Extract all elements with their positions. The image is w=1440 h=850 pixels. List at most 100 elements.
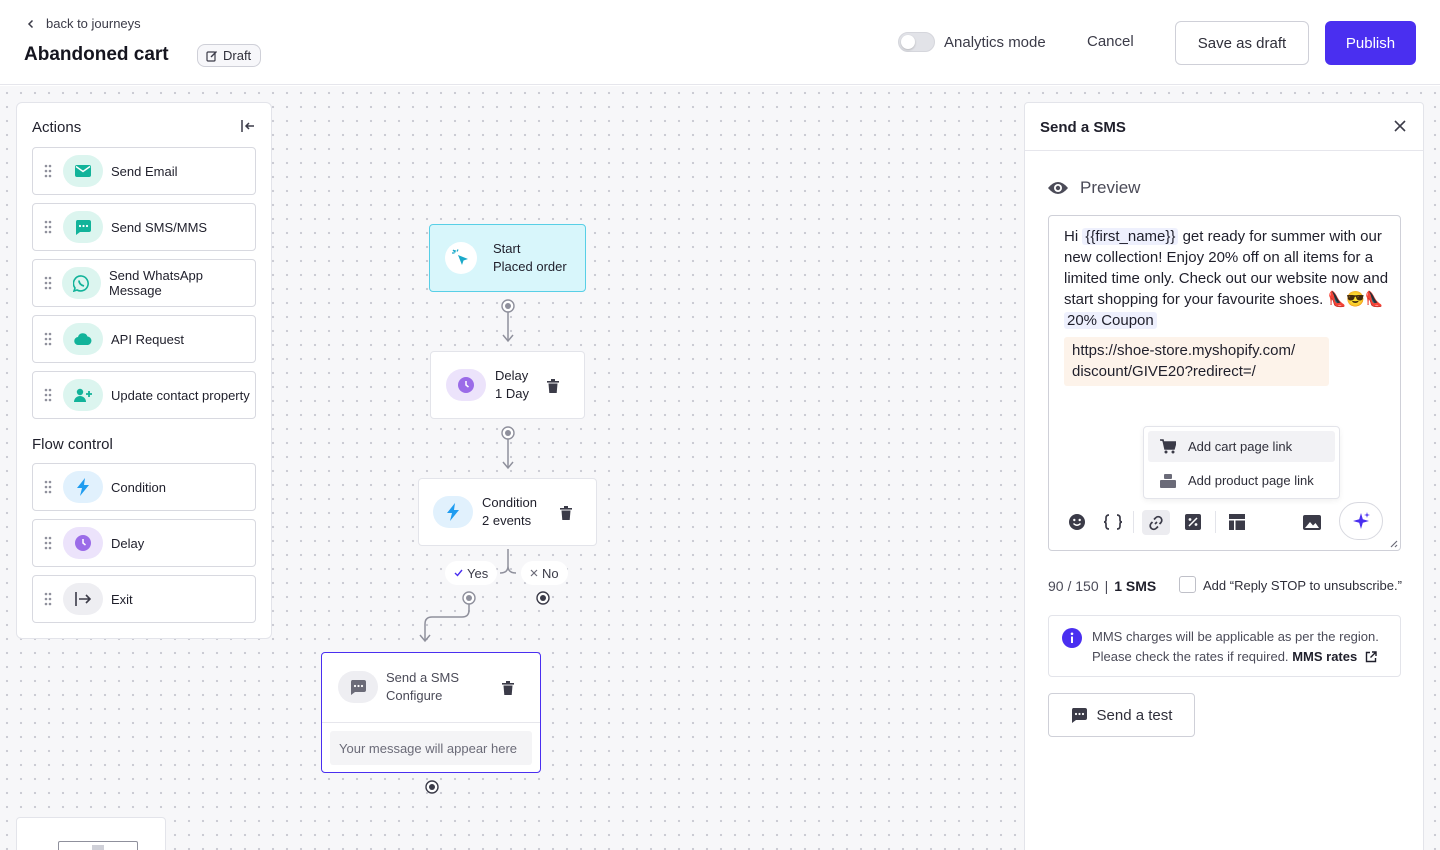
menu-item-add-product-link[interactable]: Add product page link	[1148, 465, 1335, 496]
trash-icon[interactable]	[560, 506, 572, 520]
flow-condition[interactable]: Condition	[32, 463, 256, 511]
cloud-icon	[63, 323, 103, 355]
url-line-1: https://shoe-store.myshopify.com/	[1072, 342, 1296, 359]
image-icon[interactable]	[1301, 511, 1323, 533]
external-link-icon	[1365, 651, 1377, 663]
action-label: Update contact property	[111, 387, 250, 403]
save-draft-button[interactable]: Save as draft	[1175, 21, 1309, 65]
message-emoji: 👠😎👠	[1327, 291, 1384, 308]
action-label: Send Email	[111, 163, 178, 179]
cross-icon	[530, 569, 538, 577]
drag-handle-icon[interactable]	[33, 388, 63, 402]
emoji-icon[interactable]	[1066, 511, 1088, 533]
analytics-label: Analytics mode	[944, 33, 1046, 51]
action-send-email[interactable]: Send Email	[32, 147, 256, 195]
action-api-request[interactable]: API Request	[32, 315, 256, 363]
close-icon[interactable]	[1393, 119, 1407, 133]
drag-handle-icon[interactable]	[33, 592, 63, 606]
trash-icon[interactable]	[547, 379, 559, 393]
menu-item-add-cart-link[interactable]: Add cart page link	[1148, 431, 1335, 462]
message-prefix: Hi	[1064, 228, 1079, 245]
whatsapp-icon	[62, 267, 101, 299]
preview-toggle[interactable]: Preview	[1048, 178, 1140, 198]
flow-control-heading: Flow control	[32, 436, 113, 453]
chevron-left-icon	[27, 19, 34, 28]
reply-stop-label[interactable]: Add “Reply STOP to unsubscribe.”	[1203, 578, 1402, 593]
drag-handle-icon[interactable]	[33, 536, 63, 550]
action-send-whatsapp[interactable]: Send WhatsApp Message	[32, 259, 256, 307]
info-line-2: Please check the rates if required. MMS …	[1092, 647, 1379, 667]
preview-label: Preview	[1080, 178, 1141, 197]
start-subtitle: Placed order	[493, 259, 567, 274]
delay-node[interactable]: Delay 1 Day	[430, 351, 585, 419]
coupon-icon[interactable]	[1182, 511, 1204, 533]
sms-message-placeholder: Your message will appear here	[330, 731, 532, 765]
template-icon[interactable]	[1226, 511, 1248, 533]
sms-node-subtitle: Configure	[386, 688, 443, 703]
collapse-panel-icon[interactable]	[240, 118, 256, 134]
user-plus-icon	[63, 379, 103, 411]
mail-icon	[63, 155, 103, 187]
personalization-token[interactable]: {{first_name}}	[1082, 228, 1179, 245]
yes-branch-chip[interactable]: Yes	[445, 561, 498, 585]
drag-handle-icon[interactable]	[33, 276, 62, 290]
menu-item-label: Add product page link	[1188, 473, 1314, 488]
minimap-node	[92, 845, 104, 850]
no-label: No	[542, 565, 559, 581]
reply-stop-checkbox[interactable]	[1179, 576, 1196, 593]
draft-badge[interactable]: Draft	[197, 44, 262, 67]
action-label: API Request	[111, 331, 184, 347]
analytics-toggle[interactable]	[898, 32, 935, 52]
no-branch-chip[interactable]: No	[521, 561, 568, 585]
sms-settings-panel: Send a SMS Preview Hi {{first_name}} get…	[1024, 102, 1424, 850]
info-icon	[1062, 628, 1082, 648]
coupon-token[interactable]: 20% Coupon	[1064, 312, 1157, 329]
drag-handle-icon[interactable]	[33, 164, 63, 178]
send-test-button[interactable]: Send a test	[1048, 693, 1195, 737]
delay-subtitle: 1 Day	[495, 386, 529, 401]
divider	[322, 722, 540, 723]
minimap[interactable]	[16, 817, 166, 850]
menu-item-label: Add cart page link	[1188, 439, 1293, 454]
drag-handle-icon[interactable]	[33, 332, 63, 346]
action-send-sms[interactable]: Send SMS/MMS	[32, 203, 256, 251]
ai-sparkle-button[interactable]	[1339, 502, 1383, 540]
counter-separator: |	[1104, 578, 1109, 594]
message-text[interactable]: Hi {{first_name}} get ready for summer w…	[1064, 226, 1389, 331]
cancel-button[interactable]: Cancel	[1087, 33, 1134, 50]
actions-heading: Actions	[32, 119, 82, 136]
variable-braces-icon[interactable]	[1102, 511, 1124, 533]
discount-url[interactable]: https://shoe-store.myshopify.com/ discou…	[1064, 337, 1329, 386]
condition-title: Condition	[482, 495, 537, 510]
action-label: Send WhatsApp Message	[109, 268, 203, 298]
sms-icon	[63, 211, 103, 243]
sms-icon	[1071, 707, 1087, 723]
toolbar-divider	[1215, 511, 1216, 533]
mms-rates-link[interactable]: MMS rates	[1292, 649, 1377, 664]
delay-node-text: Delay 1 Day	[495, 367, 529, 403]
yes-label: Yes	[467, 565, 489, 581]
condition-node[interactable]: Condition 2 events	[418, 478, 597, 546]
condition-node-text: Condition 2 events	[482, 494, 537, 530]
trash-icon[interactable]	[502, 681, 514, 695]
publish-button[interactable]: Publish	[1325, 21, 1416, 65]
drag-handle-icon[interactable]	[33, 480, 63, 494]
back-link[interactable]: back to journeys	[26, 16, 141, 31]
top-header: back to journeys Abandoned cart Draft An…	[0, 0, 1440, 85]
flow-exit[interactable]: Exit	[32, 575, 256, 623]
cart-icon	[1160, 439, 1176, 454]
sms-message-editor[interactable]: Hi {{first_name}} get ready for summer w…	[1048, 215, 1401, 551]
clock-icon	[446, 369, 486, 401]
link-icon[interactable]	[1142, 510, 1170, 535]
analytics-toggle-group: Analytics mode	[898, 32, 1046, 52]
start-node[interactable]: Start Placed order	[429, 224, 586, 292]
page-title: Abandoned cart	[24, 44, 169, 65]
action-update-contact[interactable]: Update contact property	[32, 371, 256, 419]
action-label: Condition	[111, 479, 166, 495]
resize-handle-icon[interactable]	[1388, 538, 1398, 548]
send-sms-node[interactable]: Send a SMS Configure Your message will a…	[321, 652, 541, 773]
flow-delay[interactable]: Delay	[32, 519, 256, 567]
char-count: 90 / 150	[1048, 578, 1099, 594]
drag-handle-icon[interactable]	[33, 220, 63, 234]
info-line-1: MMS charges will be applicable as per th…	[1092, 629, 1379, 644]
